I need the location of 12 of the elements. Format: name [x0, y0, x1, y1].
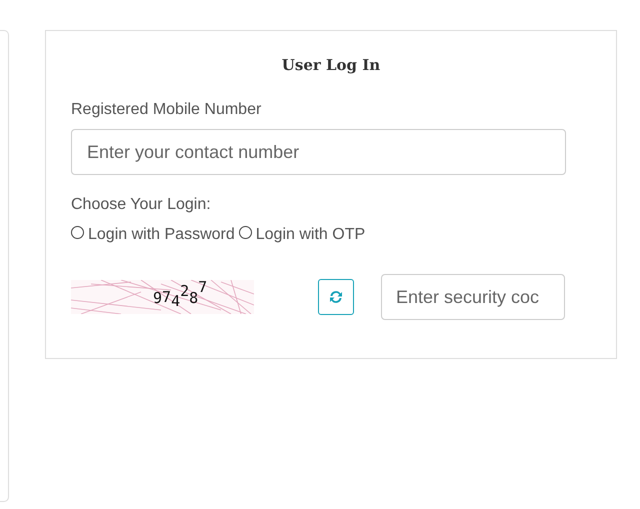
mobile-input-field[interactable]: Enter your contact number: [71, 129, 566, 175]
radio-button[interactable]: [238, 226, 252, 238]
radio-button[interactable]: [71, 226, 84, 238]
captcha-image: 974287: [71, 280, 254, 314]
refresh-button[interactable]: [318, 279, 354, 315]
security-code-field[interactable]: Enter security coc: [381, 274, 565, 320]
refresh-icon: [328, 289, 344, 305]
radio-label[interactable]: Login with OTP: [256, 226, 366, 244]
field-label: Choose Your Login:: [71, 196, 212, 214]
field-label: Registered Mobile Number: [71, 101, 262, 119]
radio-label[interactable]: Login with Password: [88, 226, 235, 244]
card-title: User Log In: [280, 56, 382, 74]
